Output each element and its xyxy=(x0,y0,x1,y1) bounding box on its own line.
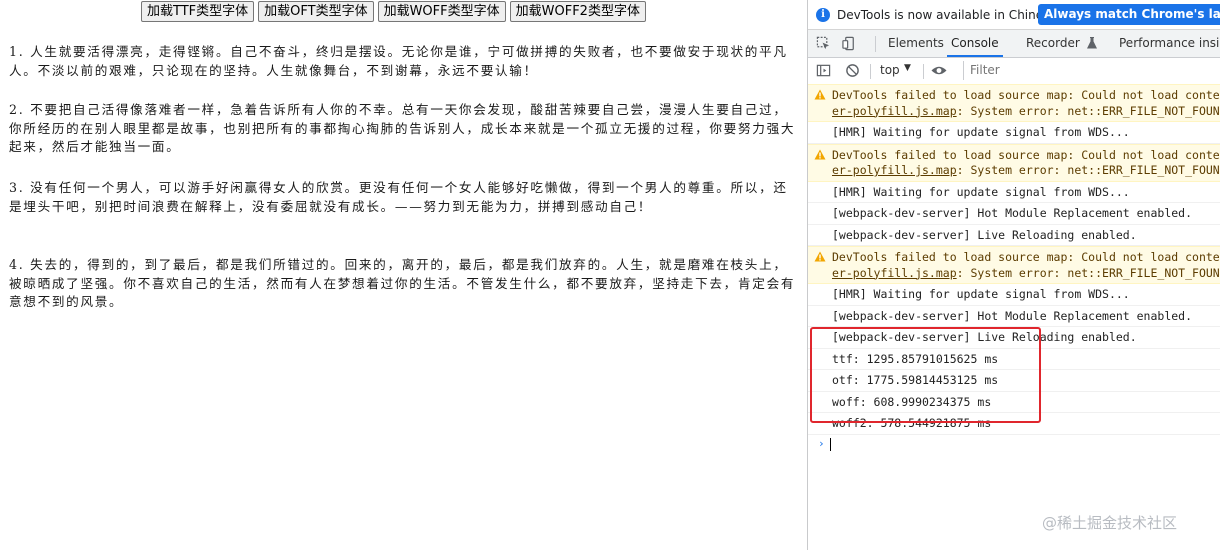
console-log: [webpack-dev-server] Live Reloading enab… xyxy=(808,225,1220,246)
warning-text: DevTools failed to load source map: Coul… xyxy=(832,147,1220,162)
devtools-tabbar: Elements Console Recorder Performance in… xyxy=(808,30,1220,58)
paragraph-3: 3. 没有任何一个男人，可以游手好闲赢得女人的欣赏。更没有任何一个女人能够好吃懒… xyxy=(9,180,788,214)
match-language-button[interactable]: Always match Chrome's language xyxy=(1038,4,1220,25)
warning-detail: er-polyfill.js.map: System error: net::E… xyxy=(832,266,1220,282)
paragraph-2: 2. 不要把自己活得像落难者一样，急着告诉所有人你的不幸。总有一天你会发现，酸甜… xyxy=(9,102,796,155)
log-text: [HMR] Waiting for update signal from WDS… xyxy=(832,125,1130,139)
prompt-chevron-icon: › xyxy=(818,436,825,450)
paragraph-1: 1. 人生就要活得漂亮，走得铿锵。自己不奋斗，终归是摆设。无论你是谁，宁可做拼搏… xyxy=(9,44,788,78)
tab-console[interactable]: Console xyxy=(947,30,1003,57)
log-text: [HMR] Waiting for update signal from WDS… xyxy=(832,184,1130,199)
log-text: ttf: 1295.85791015625 ms xyxy=(832,351,999,366)
log-text: [webpack-dev-server] Live Reloading enab… xyxy=(832,330,1137,344)
warning-text: DevTools failed to load source map: Coul… xyxy=(832,250,1220,264)
font-button-row: 加载TTF类型字体 加载OFT类型字体 加载WOFF类型字体 加载WOFF2类型… xyxy=(141,1,646,22)
toolbar-separator xyxy=(870,64,871,79)
tab-recorder[interactable]: Recorder xyxy=(1026,30,1097,57)
console-log: [HMR] Waiting for update signal from WDS… xyxy=(808,122,1220,144)
log-text: woff2: 578.544921875 ms xyxy=(832,416,992,430)
watermark: @稀土掘金技术社区 xyxy=(1042,514,1178,532)
console-log: otf: 1775.59814453125 ms xyxy=(808,370,1220,392)
console-toolbar: top ▼ Filter xyxy=(808,58,1220,85)
warning-error-text: : System error: net::ERR_FILE_NOT_FOUND xyxy=(956,103,1220,118)
warning-text: DevTools failed to load source map: Coul… xyxy=(832,88,1220,102)
warning-detail: er-polyfill.js.map: System error: net::E… xyxy=(832,104,1220,120)
tab-elements[interactable]: Elements xyxy=(888,30,944,57)
tab-performance-insights[interactable]: Performance insigh xyxy=(1119,30,1220,57)
log-text: [webpack-dev-server] Hot Module Replacem… xyxy=(832,308,1193,323)
console-log: [webpack-dev-server] Hot Module Replacem… xyxy=(808,203,1220,225)
devtools-panel: i DevTools is now available in Chinese! … xyxy=(808,0,1220,550)
toolbar-separator xyxy=(875,36,876,52)
warning-detail: er-polyfill.js.map: System error: net::E… xyxy=(832,163,1220,179)
source-map-link[interactable]: er-polyfill.js.map xyxy=(832,266,957,280)
text-cursor xyxy=(830,437,831,451)
console-warning: DevTools failed to load source map: Coul… xyxy=(808,143,1220,182)
console-warning: DevTools failed to load source map: Coul… xyxy=(808,246,1220,284)
device-toolbar-icon[interactable] xyxy=(842,36,857,51)
warning-icon xyxy=(814,149,826,159)
source-map-link[interactable]: er-polyfill.js.map xyxy=(832,104,957,118)
console-log: [HMR] Waiting for update signal from WDS… xyxy=(808,182,1220,203)
console-log: [webpack-dev-server] Hot Module Replacem… xyxy=(808,306,1220,327)
log-text: [webpack-dev-server] Hot Module Replacem… xyxy=(832,206,1193,220)
console-prompt[interactable]: › xyxy=(808,435,1220,453)
console-log: [HMR] Waiting for update signal from WDS… xyxy=(808,284,1220,306)
warning-icon xyxy=(814,251,826,262)
load-woff2-button[interactable]: 加载WOFF2类型字体 xyxy=(509,1,646,22)
log-text: [webpack-dev-server] Live Reloading enab… xyxy=(832,227,1137,242)
language-infobar: i DevTools is now available in Chinese! … xyxy=(808,0,1220,30)
load-ttf-button[interactable]: 加载TTF类型字体 xyxy=(141,1,255,22)
warning-error-text: : System error: net::ERR_FILE_NOT_FOUND xyxy=(956,163,1220,177)
console-warning: DevTools failed to load source map: Coul… xyxy=(808,84,1220,122)
console-messages: DevTools failed to load source map: Coul… xyxy=(808,84,1220,453)
log-text: otf: 1775.59814453125 ms xyxy=(832,373,999,387)
console-log: ttf: 1295.85791015625 ms xyxy=(808,349,1220,370)
toolbar-separator xyxy=(923,64,924,79)
console-log: woff: 608.9990234375 ms xyxy=(808,392,1220,413)
warning-error-text: : System error: net::ERR_FILE_NOT_FOUND xyxy=(956,265,1220,280)
info-icon: i xyxy=(816,7,830,22)
filter-input[interactable]: Filter xyxy=(963,61,1220,80)
chevron-down-icon[interactable]: ▼ xyxy=(904,63,911,73)
load-woff-button[interactable]: 加载WOFF类型字体 xyxy=(377,1,506,22)
sidebar-toggle-icon[interactable] xyxy=(816,63,831,78)
load-otf-button[interactable]: 加载OFT类型字体 xyxy=(258,1,374,22)
web-page: 加载TTF类型字体 加载OFT类型字体 加载WOFF类型字体 加载WOFF2类型… xyxy=(0,0,807,550)
source-map-link[interactable]: er-polyfill.js.map xyxy=(832,163,957,177)
inspect-element-icon[interactable] xyxy=(816,36,831,51)
experiment-flask-icon xyxy=(1086,37,1097,49)
console-log: woff2: 578.544921875 ms xyxy=(808,413,1220,435)
tab-recorder-label: Recorder xyxy=(1026,36,1080,50)
warning-icon xyxy=(814,89,826,100)
eye-icon[interactable] xyxy=(930,63,948,78)
paragraph-4: 4. 失去的，得到的，到了最后，都是我们所错过的。回来的，离开的，最后，都是我们… xyxy=(9,257,796,310)
context-selector[interactable]: top xyxy=(880,63,900,77)
infobar-text: DevTools is now available in Chinese! xyxy=(837,7,1062,22)
console-log: [webpack-dev-server] Live Reloading enab… xyxy=(808,327,1220,349)
clear-console-icon[interactable] xyxy=(845,63,860,78)
log-text: [HMR] Waiting for update signal from WDS… xyxy=(832,287,1130,301)
log-text: woff: 608.9990234375 ms xyxy=(832,394,992,409)
